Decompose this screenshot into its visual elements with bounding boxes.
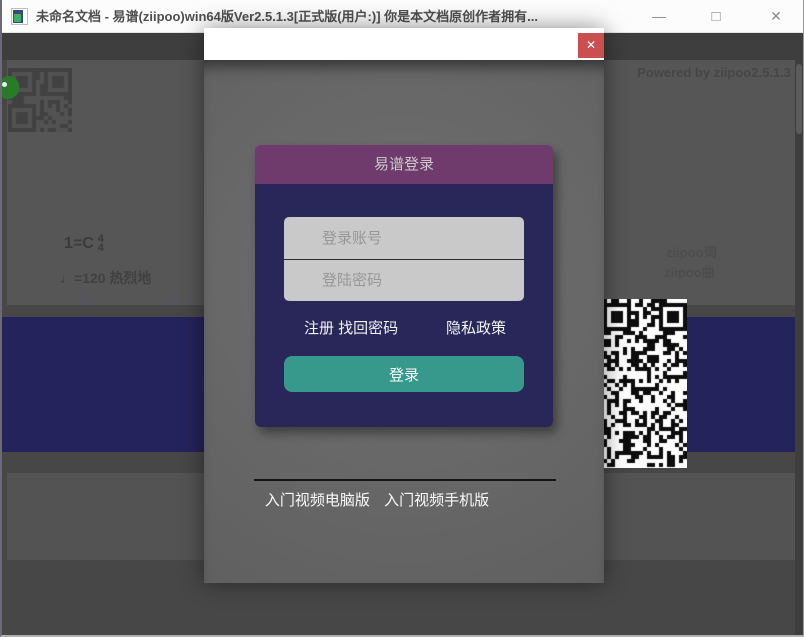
dialog-close-button[interactable]: ✕ (578, 33, 604, 58)
maximize-button[interactable]: □ (699, 0, 733, 33)
lyrics-credit: ziipoo词 (666, 242, 717, 261)
score-qr-code (8, 68, 72, 132)
auxiliary-links: 注册 找回密码 隐私政策 (284, 317, 524, 338)
dialog-body: 易谱登录 注册 找回密码 隐私政策 登录 入门视频电脑版 入门视频手机版 (204, 60, 604, 583)
app-window: 未命名文档 - 易谱(ziipoo)win64版Ver2.5.1.3[正式版(用… (0, 0, 804, 637)
login-panel-title: 易谱登录 (255, 145, 553, 184)
password-input[interactable] (284, 259, 524, 301)
intro-video-links: 入门视频电脑版 入门视频手机版 (177, 489, 577, 510)
minimize-button[interactable]: — (642, 0, 676, 33)
footer-divider (254, 479, 556, 481)
login-dialog: ✕ 易谱登录 注册 找回密码 隐私政策 登录 入门视频 (204, 28, 604, 583)
register-recover-link[interactable]: 注册 找回密码 (304, 317, 398, 338)
tempo-marking: ♩=120 热烈地 (60, 268, 151, 288)
login-button[interactable]: 登录 (284, 356, 524, 392)
app-logo-icon (11, 8, 28, 25)
login-panel-body: 注册 找回密码 隐私政策 登录 (255, 184, 553, 427)
wechat-qr-panel (603, 299, 687, 468)
key-signature: 1=C44 (64, 235, 104, 253)
window-close-button[interactable]: ✕ (759, 0, 793, 33)
wechat-qr-code (603, 299, 687, 468)
powered-by-text: Powered by ziipoo2.5.1.3 (637, 65, 791, 80)
measure-box (80, 296, 89, 305)
music-credit: ziipoo曲 (664, 262, 715, 281)
measure-box (168, 296, 177, 305)
scrollbar-thumb[interactable] (796, 64, 802, 134)
login-inputs (284, 217, 524, 301)
vertical-scrollbar[interactable] (795, 60, 803, 637)
privacy-policy-link[interactable]: 隐私政策 (446, 317, 506, 338)
login-panel: 易谱登录 注册 找回密码 隐私政策 登录 (255, 145, 553, 427)
dialog-header-strip (204, 28, 604, 60)
intro-video-mobile-link[interactable]: 入门视频手机版 (384, 492, 489, 509)
account-input[interactable] (284, 217, 524, 259)
intro-video-pc-link[interactable]: 入门视频电脑版 (265, 492, 370, 509)
